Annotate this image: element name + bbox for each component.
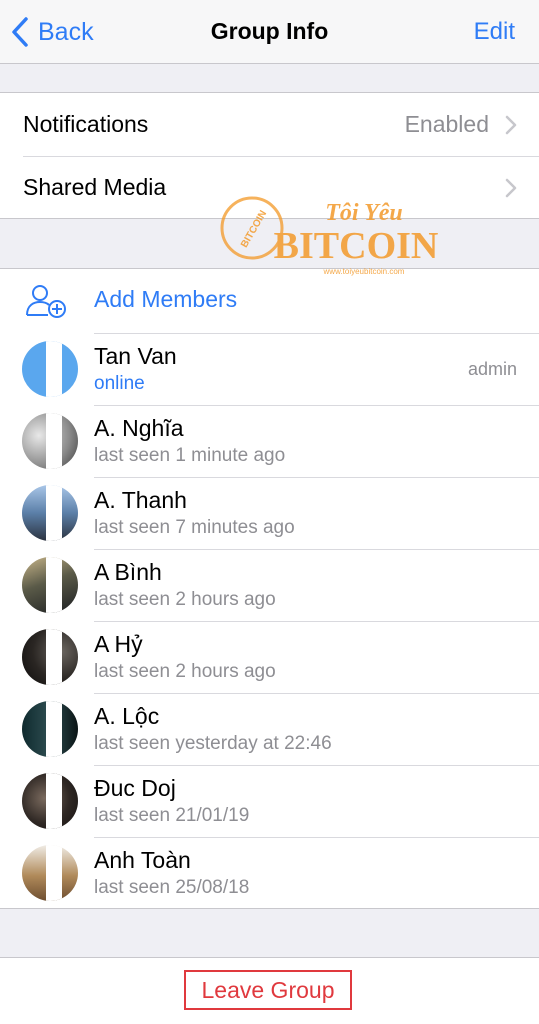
member-name: Đuc Doj [94, 775, 176, 801]
member-status: last seen 21/01/19 [94, 805, 250, 826]
member-row[interactable]: A. Nghĩa last seen 1 minute ago [0, 405, 539, 477]
member-status: online [94, 373, 145, 394]
avatar [22, 485, 78, 541]
avatar [22, 557, 78, 613]
notifications-row[interactable]: Notifications Enabled [0, 93, 539, 156]
notifications-label: Notifications [23, 111, 149, 137]
shared-media-label: Shared Media [23, 174, 167, 200]
watermark-badge: BITCOIN [239, 209, 269, 250]
member-name: Tan Van [94, 343, 177, 369]
leave-group-section: Leave Group [0, 957, 539, 1024]
members-group: Add Members Tan Van online admin A. Nghĩ… [0, 268, 539, 909]
avatar [22, 629, 78, 685]
member-status: last seen 25/08/18 [94, 877, 250, 898]
member-name: A. Thanh [94, 487, 187, 513]
notifications-value: Enabled [404, 111, 489, 137]
member-status: last seen 7 minutes ago [94, 517, 295, 538]
member-row[interactable]: Anh Toàn last seen 25/08/18 [0, 837, 539, 909]
member-role-badge: admin [467, 359, 517, 379]
member-row[interactable]: Đuc Doj last seen 21/01/19 [0, 765, 539, 837]
member-row[interactable]: A Hỷ last seen 2 hours ago [0, 621, 539, 693]
watermark-logo: BITCOIN Tôi Yêu BITCOIN www.toiyeubitcoi… [220, 196, 439, 276]
member-row[interactable]: A. Thanh last seen 7 minutes ago [0, 477, 539, 549]
member-status: last seen yesterday at 22:46 [94, 733, 332, 754]
add-user-icon [26, 285, 66, 318]
page-title: Group Info [210, 18, 329, 44]
chevron-right-icon [505, 178, 517, 198]
leave-group-button[interactable]: Leave Group [184, 970, 352, 1010]
avatar [22, 701, 78, 757]
add-members-label: Add Members [94, 286, 238, 312]
member-name: A Bình [94, 559, 162, 585]
member-status: last seen 2 hours ago [94, 661, 276, 682]
member-name: A. Lộc [94, 703, 160, 729]
watermark-brand-main: BITCOIN [274, 225, 439, 267]
member-name: A Hỷ [94, 631, 143, 657]
member-status: last seen 2 hours ago [94, 589, 276, 610]
nav-bar: Back Group Info Edit [0, 0, 539, 64]
member-row[interactable]: A. Lộc last seen yesterday at 22:46 [0, 693, 539, 765]
chevron-right-icon [505, 115, 517, 135]
member-row[interactable]: A Bình last seen 2 hours ago [0, 549, 539, 621]
edit-button[interactable]: Edit [474, 18, 515, 46]
member-name: Anh Toàn [94, 847, 191, 873]
watermark-brand-top: Tôi Yêu [325, 200, 403, 226]
avatar [22, 413, 78, 469]
member-row[interactable]: Tan Van online admin [0, 333, 539, 405]
member-status: last seen 1 minute ago [94, 445, 286, 466]
avatar [22, 845, 78, 901]
watermark-site: www.toiyeubitcoin.com [323, 267, 405, 276]
member-name: A. Nghĩa [94, 415, 184, 441]
avatar [22, 773, 78, 829]
avatar [22, 341, 78, 397]
